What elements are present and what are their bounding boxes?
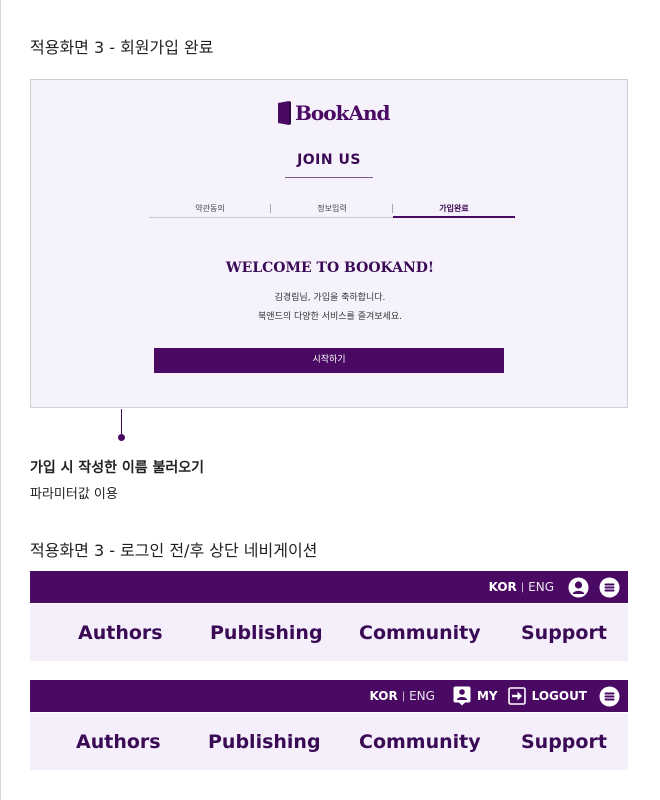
callout-line bbox=[121, 409, 122, 436]
section-title-navigation: 적용화면 3 - 로그인 전/후 상단 네비게이션 bbox=[30, 541, 318, 560]
nav-authors[interactable]: Authors bbox=[76, 731, 161, 753]
language-switcher: KOR | ENG bbox=[370, 689, 435, 703]
section-title-signup-complete: 적용화면 3 - 회원가입 완료 bbox=[30, 38, 214, 57]
start-button[interactable]: 시작하기 bbox=[154, 348, 504, 373]
callout-dot bbox=[118, 434, 125, 441]
lang-kor-link[interactable]: KOR bbox=[370, 689, 398, 703]
welcome-title: WELCOME TO BOOKAND! bbox=[225, 260, 435, 276]
my-page-link[interactable]: MY bbox=[453, 686, 498, 706]
lang-separator: | bbox=[401, 690, 406, 702]
lang-kor-link[interactable]: KOR bbox=[489, 580, 517, 594]
logout-label: LOGOUT bbox=[531, 689, 587, 703]
my-profile-icon bbox=[453, 686, 471, 706]
main-nav-logged-out: Authors Publishing Community Support bbox=[30, 604, 628, 661]
page-left-border bbox=[0, 0, 1, 800]
logout-link[interactable]: LOGOUT bbox=[507, 687, 587, 705]
bookand-logo[interactable]: BookAnd bbox=[276, 98, 390, 128]
join-title-underline bbox=[285, 177, 373, 178]
welcome-message-2: 북앤드의 다양한 서비스를 즐겨보세요. bbox=[258, 312, 402, 322]
callout-description: 파라미터값 이용 bbox=[30, 487, 118, 502]
step-info-label: 정보입력 bbox=[317, 204, 347, 213]
join-us-title: JOIN US bbox=[297, 152, 361, 168]
step-complete-label: 가입완료 bbox=[439, 204, 469, 213]
logo-text: BookAnd bbox=[295, 101, 390, 125]
nav-publishing[interactable]: Publishing bbox=[210, 622, 323, 644]
nav-publishing[interactable]: Publishing bbox=[208, 731, 321, 753]
top-utility-bar-logged-in: KOR | ENG MY LOGOUT bbox=[30, 680, 628, 712]
signup-complete-mockup: BookAnd JOIN US 약관동의 정보입력 가입완료 WELCOME T… bbox=[30, 79, 628, 408]
logout-icon bbox=[507, 687, 526, 705]
nav-community[interactable]: Community bbox=[359, 731, 481, 753]
language-switcher: KOR | ENG bbox=[489, 580, 554, 594]
top-utility-bar-logged-out: KOR | ENG bbox=[30, 571, 628, 603]
callout-title: 가입 시 작성한 이름 불러오기 bbox=[30, 460, 205, 476]
welcome-message-1: 김경림님, 가입을 축하합니다. bbox=[274, 293, 386, 303]
lang-eng-link[interactable]: ENG bbox=[528, 580, 554, 594]
lang-separator: | bbox=[520, 581, 525, 593]
nav-support[interactable]: Support bbox=[521, 622, 607, 644]
main-nav-logged-in: Authors Publishing Community Support bbox=[30, 713, 628, 770]
menu-circle-icon[interactable] bbox=[599, 686, 620, 707]
lang-eng-link[interactable]: ENG bbox=[409, 689, 435, 703]
steps-active-indicator bbox=[393, 216, 515, 218]
book-logo-icon bbox=[278, 101, 291, 125]
nav-support[interactable]: Support bbox=[521, 731, 607, 753]
nav-community[interactable]: Community bbox=[359, 622, 481, 644]
my-label: MY bbox=[476, 689, 498, 703]
nav-authors[interactable]: Authors bbox=[78, 622, 163, 644]
user-circle-icon[interactable] bbox=[568, 577, 589, 598]
menu-circle-icon[interactable] bbox=[599, 577, 620, 598]
step-terms-label: 약관동의 bbox=[195, 204, 225, 213]
